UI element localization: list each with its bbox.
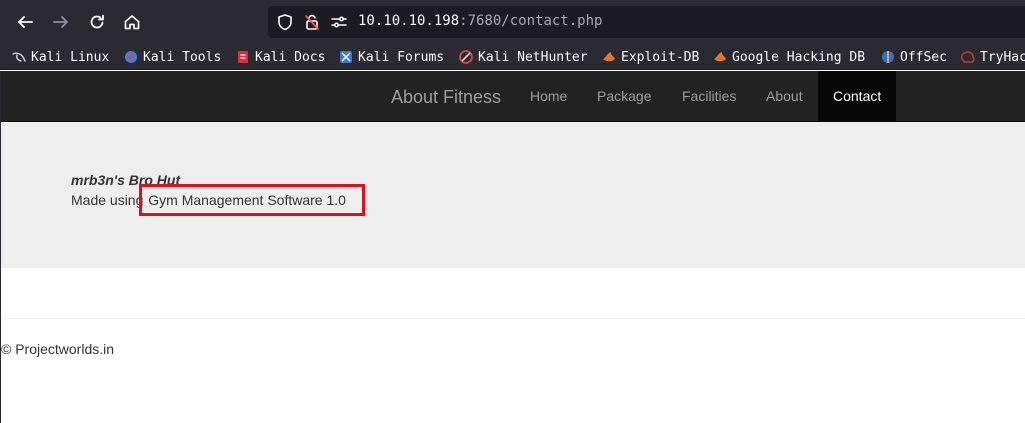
url-host: 10.10.10.198	[358, 13, 460, 29]
bookmark-kali-tools[interactable]: Kali Tools	[124, 48, 221, 66]
bookmark-kali-linux[interactable]: Kali Linux	[12, 48, 109, 66]
address-bar[interactable]: 10.10.10.198:7680/contact.php	[268, 6, 1025, 38]
reload-icon	[90, 14, 104, 29]
url-path: :7680/contact.php	[459, 13, 603, 29]
bookmark-label: TryHac	[980, 49, 1025, 65]
arrow-right-icon	[53, 16, 68, 28]
offsec-icon	[881, 50, 895, 64]
arrow-left-icon	[18, 16, 33, 28]
bookmark-exploit-db[interactable]: Exploit-DB	[602, 48, 699, 66]
bookmark-label: Kali Docs	[255, 49, 326, 65]
bookmark-kali-nethunter[interactable]: Kali NetHunter	[459, 48, 588, 66]
kali-docs-icon	[236, 50, 250, 64]
bookmark-label: Kali Tools	[143, 49, 222, 65]
nav-about[interactable]: About	[751, 71, 818, 121]
shield-icon[interactable]	[276, 13, 294, 31]
nav-contact[interactable]: Contact	[818, 71, 896, 121]
nav-home[interactable]: Home	[515, 71, 582, 121]
url-text[interactable]: 10.10.10.198:7680/contact.php	[358, 13, 602, 29]
home-icon	[124, 15, 140, 30]
bookmark-label: Kali NetHunter	[478, 49, 588, 65]
footer-copyright: © Projectworlds.in	[1, 341, 115, 357]
made-using-prefix: Made using	[71, 192, 144, 208]
contact-jumbotron: mrb3n's Bro Hut Made using Gym Managemen…	[1, 122, 1025, 268]
home-button[interactable]	[117, 7, 147, 37]
browser-toolbar: 10.10.10.198:7680/contact.php	[0, 0, 1025, 44]
bookmark-tryhackme[interactable]: TryHac	[961, 48, 1025, 66]
ghdb-icon	[713, 50, 727, 64]
red-highlight-box	[139, 184, 365, 216]
permissions-icon[interactable]	[330, 13, 348, 31]
forward-button[interactable]	[46, 7, 76, 37]
brand-link[interactable]: About Fitness	[391, 87, 501, 108]
insecure-lock-icon[interactable]	[303, 13, 321, 31]
back-button[interactable]	[10, 7, 40, 37]
bookmark-kali-docs[interactable]: Kali Docs	[236, 48, 325, 66]
kali-dragon-icon	[12, 50, 26, 64]
bookmark-label: Google Hacking DB	[732, 49, 866, 65]
kali-nethunter-icon	[459, 50, 473, 64]
site-navbar: About Fitness Home Package Facilities Ab…	[1, 71, 1025, 122]
nav-facilities[interactable]: Facilities	[667, 71, 751, 121]
footer-divider	[1, 318, 1025, 319]
bookmark-kali-forums[interactable]: Kali Forums	[339, 48, 444, 66]
bookmark-google-hacking-db[interactable]: Google Hacking DB	[713, 48, 865, 66]
kali-tools-icon	[124, 50, 138, 64]
tryhackme-icon	[961, 50, 975, 64]
nav-package[interactable]: Package	[582, 71, 666, 121]
bookmark-offsec[interactable]: OffSec	[881, 48, 947, 66]
reload-button[interactable]	[82, 7, 112, 37]
bookmark-label: Kali Forums	[358, 49, 445, 65]
bookmark-label: OffSec	[900, 49, 947, 65]
bookmark-label: Exploit-DB	[621, 49, 700, 65]
kali-forums-icon	[339, 50, 353, 64]
bookmark-label: Kali Linux	[31, 49, 110, 65]
bookmarks-bar: Kali Linux Kali Tools Kali Docs Kali For…	[0, 44, 1025, 70]
exploit-db-icon	[602, 50, 616, 64]
